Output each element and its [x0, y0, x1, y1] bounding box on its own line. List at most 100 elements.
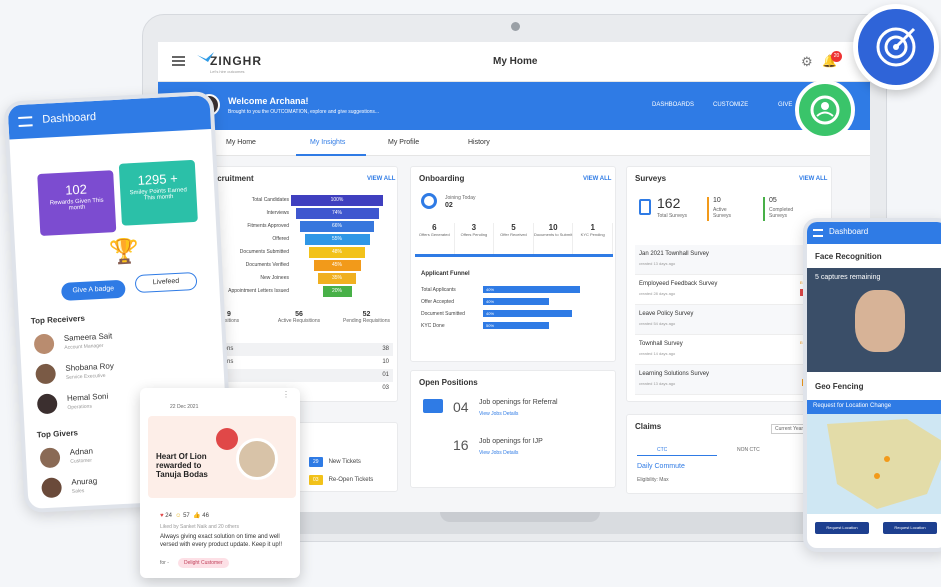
funnel-row: KYC Done 50%: [421, 321, 611, 333]
ticket-label: New Tickets: [328, 459, 361, 465]
survey-date: created 14 days ago: [639, 351, 676, 356]
open-positions-title: Open Positions: [419, 378, 478, 387]
welcome-title: Welcome Archana!: [228, 96, 309, 106]
request-location-button[interactable]: Request Location: [883, 522, 937, 534]
geo-fencing-title: Geo Fencing: [815, 382, 864, 391]
applicant-funnel: Total Applicants 40% Offer Accepted 40% Docu…: [421, 285, 611, 333]
avatar: [33, 333, 55, 355]
person-name: Shobana Roy: [65, 361, 115, 373]
tab-ctc[interactable]: CTC: [657, 447, 667, 453]
survey-name: Jan 2021 Townhall Survey: [639, 251, 709, 257]
survey-name: Leave Policy Survey: [639, 311, 694, 317]
livefeed-button[interactable]: Livefeed: [134, 271, 198, 294]
top-bar: ZINGHR Let's hire outcomes My Home ⚙ 🔔 2…: [158, 42, 870, 82]
mobile-face-phone: Dashboard Face Recognition 5 captures re…: [803, 218, 941, 552]
menu-icon[interactable]: [813, 229, 823, 237]
reactions[interactable]: ♥ 24 ☺ 57 👍 46: [160, 512, 209, 519]
give-badge-button[interactable]: Give A badge: [60, 279, 126, 301]
survey-date: created 13 days ago: [639, 261, 676, 266]
avatar: [39, 447, 61, 469]
tab-non-ctc[interactable]: NON CTC: [737, 447, 760, 453]
stat-value: 10: [548, 223, 558, 232]
welcome-subtitle: Brought to you the OUTCOMATION, explore …: [228, 109, 380, 115]
funnel-bar: 40%: [483, 310, 573, 317]
tab-my-insights[interactable]: My Insights: [310, 139, 345, 146]
stat-value: 3: [471, 223, 477, 232]
user-settings-icon[interactable]: [795, 80, 855, 140]
person-name: Anurag: [71, 476, 98, 487]
dashboards-link[interactable]: DASHBOARDS: [652, 102, 694, 108]
target-goal-icon[interactable]: [853, 4, 939, 90]
feed-message: Always giving exact solution on time and…: [160, 534, 283, 548]
stat-label: Pending Requisitions: [343, 318, 390, 324]
welcome-banner: Welcome Archana! Brought to you the OUTC…: [158, 82, 870, 130]
tab-my-home[interactable]: My Home: [226, 139, 256, 146]
trophy-icon: 🏆: [108, 237, 140, 267]
funnel-label: Total Applicants: [421, 287, 456, 293]
open-positions-card: Open Positions 04 Job openings for Refer…: [410, 370, 616, 488]
gear-icon[interactable]: ⚙: [801, 54, 813, 70]
joining-today-value: 02: [445, 202, 453, 209]
tab-my-profile[interactable]: My Profile: [388, 139, 419, 146]
onboarding-view-all[interactable]: VIEW ALL: [583, 176, 611, 182]
list-item[interactable]: Employeed Feedback Survey created 28 days…: [635, 275, 831, 305]
surveys-view-all[interactable]: VIEW ALL: [799, 176, 827, 182]
onboarding-stat: 10 Documents to Submit: [534, 223, 574, 254]
more-options-icon[interactable]: ⋮: [282, 390, 290, 399]
list-item[interactable]: Leave Policy Surveycreated 54 days agoCo…: [635, 305, 831, 335]
menu-icon[interactable]: [18, 116, 33, 128]
referral-view-link[interactable]: View Jobs Details: [479, 411, 518, 417]
person-role: Service Executive: [65, 372, 106, 381]
recruitment-view-all[interactable]: VIEW ALL: [367, 176, 395, 182]
recipient-avatar: [236, 438, 278, 480]
map-view[interactable]: [807, 414, 941, 514]
funnel-bar: 40%: [483, 298, 549, 305]
ijp-view-link[interactable]: View Jobs Details: [479, 450, 518, 456]
stat-label: Offers Generated: [418, 232, 450, 237]
laptop-notch: [440, 512, 600, 522]
list-item[interactable]: Townhall Surveycreated 14 days agoExtent…: [635, 335, 831, 365]
funnel-label: Offer Accepted: [421, 299, 454, 305]
funnel-label: KYC Done: [421, 323, 445, 329]
claim-item[interactable]: Daily Commute: [637, 463, 685, 470]
claims-year-select[interactable]: Current Year: [771, 424, 808, 434]
delight-tag[interactable]: Delight Customer: [178, 558, 229, 568]
request-location-button[interactable]: Request Location: [815, 522, 869, 534]
reopen-tickets[interactable]: 03 Re-Open Tickets: [309, 475, 373, 485]
list-item[interactable]: Learning Solutions Survey created 13 days…: [635, 365, 831, 395]
ticket-count: 29: [309, 457, 323, 467]
funnel-bar: 55%: [304, 234, 370, 245]
survey-name: Townhall Survey: [639, 341, 683, 347]
table-row: 01: [205, 369, 393, 382]
table-row: Positions38: [205, 343, 393, 356]
clipboard-icon: [639, 199, 651, 215]
customize-link[interactable]: CUSTOMIZE: [713, 102, 748, 108]
smiley-icon[interactable]: ☺: [175, 513, 181, 519]
heart-icon[interactable]: ♥: [160, 513, 164, 519]
list-item[interactable]: Jan 2021 Townhall Survey created 13 days …: [635, 245, 831, 275]
location-change-request[interactable]: Request for Location Change: [807, 400, 941, 414]
funnel-row: Offered 55%: [203, 234, 399, 246]
ticket-label: Re-Open Tickets: [328, 477, 374, 483]
survey-name: Learning Solutions Survey: [639, 371, 710, 377]
phone-title: Dashboard: [829, 227, 869, 236]
face-recognition-title: Face Recognition: [815, 252, 882, 261]
smiley-points-tile[interactable]: 1295 + Smiley Points Earned This month: [118, 159, 198, 226]
menu-icon[interactable]: [172, 56, 185, 66]
give-link[interactable]: GIVE: [778, 102, 792, 108]
ticket-count: 03: [309, 475, 323, 485]
person-role: Sales: [71, 488, 85, 495]
new-tickets[interactable]: 29 New Tickets: [309, 457, 361, 467]
funnel-bar: 35%: [318, 273, 356, 284]
thumbs-up-icon[interactable]: 👍: [193, 513, 200, 519]
person-name: Adnan: [69, 446, 94, 457]
person-role: Customer: [70, 457, 93, 465]
tab-history[interactable]: History: [468, 139, 490, 146]
funnel-row: Appointment Letters Issued 20%: [203, 286, 399, 298]
stat-value: 52: [362, 311, 371, 318]
target-icon: [421, 193, 437, 209]
rewards-tile[interactable]: 102 Rewards Given This month: [37, 170, 117, 237]
survey-list: Jan 2021 Townhall Survey created 13 days …: [635, 245, 831, 395]
phone-header: Dashboard: [7, 94, 220, 140]
funnel-label: Appointment Letters Issued: [228, 288, 289, 294]
